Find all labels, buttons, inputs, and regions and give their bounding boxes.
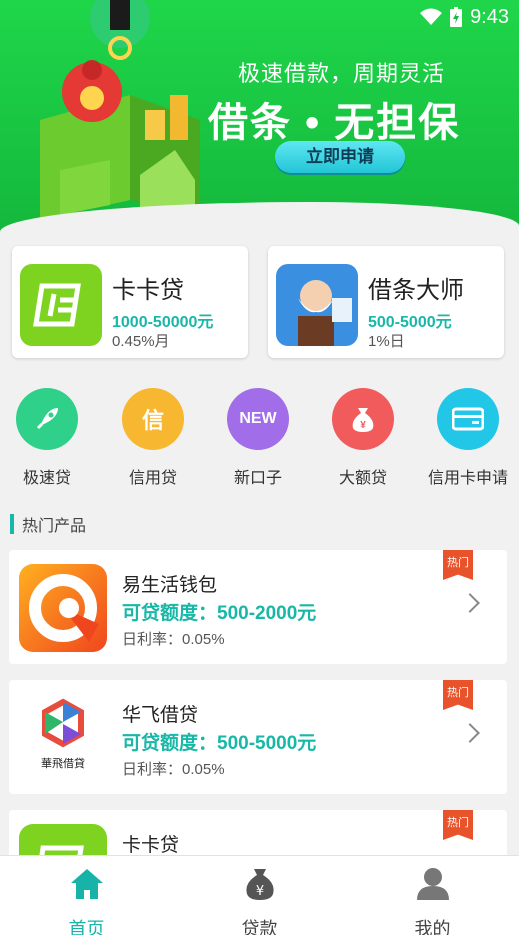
svg-text:¥: ¥ [360, 420, 366, 431]
banner-subtitle: 极速借款，周期灵活 [238, 61, 446, 86]
promo-banner[interactable]: 9:43 极速借款，周期灵活 借条 • 无担保 立即申请 [0, 0, 519, 232]
nav-label: 首页 [68, 919, 105, 935]
bottom-nav: 首页 ¥ 贷款 我的 [0, 855, 519, 935]
nav-label: 我的 [414, 919, 451, 935]
chevron-right-icon[interactable] [460, 723, 480, 743]
banner-illustration [40, 0, 200, 220]
product-amount: 可贷额度：500-5000元 [122, 733, 317, 754]
product-name: 卡卡贷 [122, 835, 180, 856]
credit-card-icon [437, 388, 499, 450]
category-xinkouzi[interactable]: NEW 新口子 [208, 388, 308, 488]
category-label: 信用贷 [128, 470, 177, 487]
section-accent-bar [10, 514, 14, 534]
category-xinyongdai[interactable]: 信 信用贷 [103, 388, 203, 488]
kakadai-logo [20, 264, 102, 346]
category-daedai[interactable]: ¥ 大额贷 [313, 388, 413, 488]
huafei-logo: 華飛借貸 [19, 694, 107, 782]
money-bag-icon: ¥ [332, 388, 394, 450]
status-bar: 9:43 [420, 0, 519, 34]
product-rate: 日利率：0.05% [122, 631, 225, 648]
banner-title: 借条 • 无担保 [208, 101, 461, 145]
featured-name: 借条大师 [368, 277, 464, 304]
category-credit-card[interactable]: 信用卡申请 [418, 388, 518, 488]
featured-card-jietiaodashi[interactable]: 借条大师 500-5000元 1%日 [268, 246, 504, 358]
businessman-icon [298, 280, 352, 346]
user-icon [416, 868, 449, 900]
product-card[interactable]: 易生活钱包 可贷额度：500-2000元 日利率：0.05% 热门 [9, 550, 507, 664]
battery-charging-icon [450, 7, 463, 27]
category-label: 新口子 [233, 470, 282, 487]
chevron-right-icon[interactable] [460, 593, 480, 613]
featured-amount: 500-5000元 [368, 314, 452, 331]
wifi-icon [420, 8, 443, 25]
jietiaodashi-logo [276, 264, 358, 346]
loan-bag-icon: ¥ [245, 869, 274, 900]
category-label: 信用卡申请 [427, 470, 508, 487]
section-title: 热门产品 [10, 512, 86, 536]
home-icon [70, 869, 103, 899]
product-amount: 可贷额度：500-2000元 [122, 603, 317, 624]
hot-badge: 热门 [443, 810, 473, 840]
nav-loan[interactable]: ¥ 贷款 [173, 856, 346, 935]
section-title-text: 热门产品 [22, 518, 87, 535]
product-rate: 日利率：0.05% [122, 761, 225, 778]
nav-home[interactable]: 首页 [0, 856, 173, 935]
apply-now-button[interactable]: 立即申请 [275, 141, 405, 173]
product-name: 易生活钱包 [122, 575, 218, 596]
card-logo-icon [33, 283, 81, 327]
yishenghuo-logo [19, 564, 107, 652]
svg-text:¥: ¥ [255, 884, 263, 899]
featured-name: 卡卡贷 [112, 277, 184, 304]
featured-rate: 0.45%月 [112, 333, 170, 350]
category-label: 极速贷 [22, 470, 71, 487]
featured-card-kakadai[interactable]: 卡卡贷 1000-50000元 0.45%月 [12, 246, 248, 358]
huafei-logo-caption: 華飛借貸 [41, 757, 85, 770]
nav-label: 贷款 [241, 919, 278, 935]
new-icon: NEW [227, 388, 289, 450]
clock: 9:43 [470, 5, 509, 28]
nav-mine[interactable]: 我的 [346, 856, 519, 935]
hot-badge: 热门 [443, 680, 473, 710]
category-jisudai[interactable]: 极速贷 [0, 388, 97, 488]
product-name: 华飞借贷 [122, 705, 199, 726]
product-card[interactable]: 華飛借貸 华飞借贷 可贷额度：500-5000元 日利率：0.05% 热门 [9, 680, 507, 794]
category-label: 大额贷 [338, 470, 387, 487]
featured-amount: 1000-50000元 [112, 314, 214, 331]
featured-rate: 1%日 [368, 333, 405, 350]
hot-badge: 热门 [443, 550, 473, 580]
xin-icon: 信 [122, 388, 184, 450]
rocket-icon [16, 388, 78, 450]
